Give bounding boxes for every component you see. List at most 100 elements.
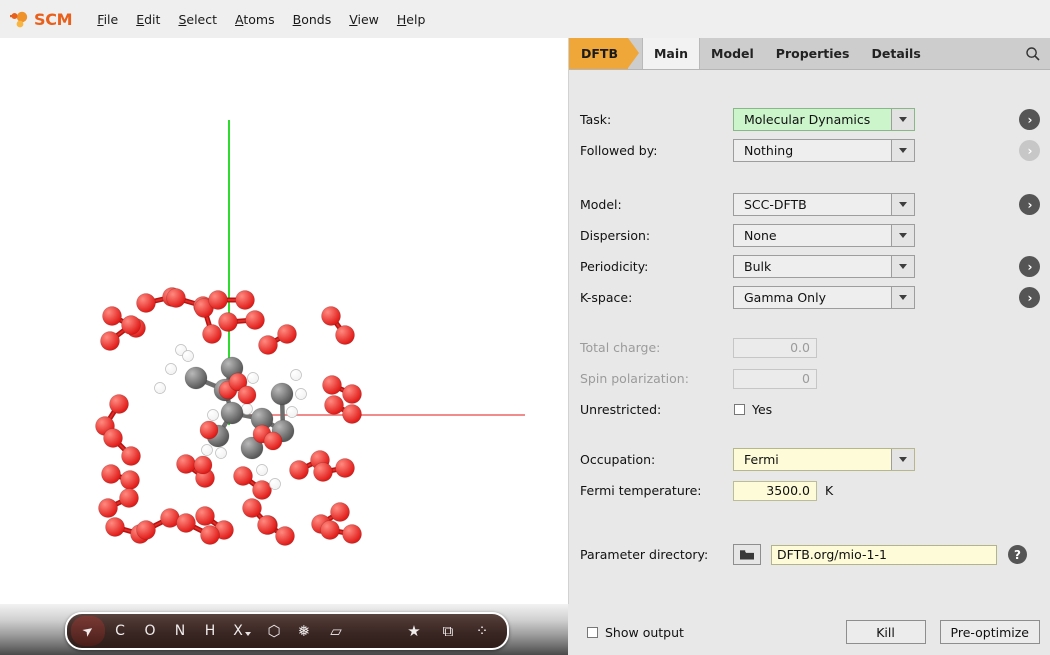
show-output-checkbox[interactable]: Show output: [587, 625, 684, 640]
kill-button[interactable]: Kill: [845, 620, 926, 644]
panel-footer: Show output Kill Pre-optimize: [569, 609, 1050, 655]
element-dropdown-caret-icon[interactable]: [244, 631, 251, 636]
unit-cell-tool[interactable]: ⧉: [431, 616, 465, 646]
settings-panel: DFTB Main Model Properties Details Task:…: [569, 38, 1050, 655]
preoptimize-button[interactable]: Pre-optimize: [939, 620, 1040, 644]
application-window: SCM File Edit Select Atoms Bonds View He…: [0, 0, 1050, 655]
unrestricted-checkbox[interactable]: Yes: [734, 402, 772, 417]
folder-icon[interactable]: [733, 544, 761, 565]
kspace-select[interactable]: Gamma Only: [733, 286, 915, 309]
module-breadcrumb-dftb[interactable]: DFTB: [569, 38, 639, 69]
dispersion-select-chevron-down-icon[interactable]: [891, 225, 914, 246]
molecule-viewport[interactable]: [0, 38, 569, 604]
show-output-checkbox-box[interactable]: [587, 626, 598, 638]
row-task: Task: Molecular Dynamics ›: [569, 104, 1050, 135]
tab-model[interactable]: Model: [700, 38, 765, 69]
tab-main[interactable]: Main: [641, 38, 701, 69]
menu-help-mnemonic: H: [396, 11, 407, 27]
menu-edit[interactable]: Edit: [127, 10, 169, 29]
select-cursor-tool[interactable]: ➤: [71, 616, 105, 646]
form-gap-3: [569, 425, 1050, 444]
fermi-temperature-unit: K: [825, 483, 834, 498]
scm-logo-mark: [10, 10, 32, 28]
tab-bar-spacer: [932, 38, 1016, 69]
occupation-select[interactable]: Fermi: [733, 448, 915, 471]
snowflake-tool[interactable]: ❅: [289, 616, 319, 646]
tab-main-label: Main: [653, 46, 689, 61]
occupation-select-chevron-down-icon[interactable]: [891, 449, 914, 470]
occupation-label: Occupation:: [580, 452, 656, 467]
search-icon[interactable]: [1016, 38, 1050, 69]
followed-by-select-chevron-down-icon[interactable]: [891, 140, 914, 161]
menu-atoms[interactable]: Atoms: [226, 10, 284, 29]
unrestricted-checkbox-box[interactable]: [734, 404, 745, 415]
settings-form: Task: Molecular Dynamics › Followed by: …: [569, 70, 1050, 570]
fermi-temperature-input[interactable]: 3500.0: [733, 480, 817, 501]
plane-tool[interactable]: ▱: [319, 616, 353, 646]
carbon-tool[interactable]: C: [105, 616, 135, 646]
hydrogen-tool[interactable]: H: [195, 616, 225, 646]
task-detail-button[interactable]: ›: [1019, 109, 1040, 130]
model-detail-button[interactable]: ›: [1019, 194, 1040, 215]
menu-bonds-rest: onds: [301, 11, 332, 27]
module-breadcrumb-label: DFTB: [581, 46, 618, 61]
model-select-chevron-down-icon[interactable]: [891, 194, 914, 215]
show-output-label: Show output: [605, 624, 684, 640]
occupation-value: Fermi: [744, 452, 779, 467]
periodicity-value: Bulk: [744, 259, 772, 274]
task-select-chevron-down-icon[interactable]: [891, 109, 914, 130]
periodicity-label: Periodicity:: [580, 259, 649, 274]
tab-details[interactable]: Details: [860, 38, 931, 69]
help-icon-label: ?: [1014, 547, 1021, 562]
row-fermi-temperature: Fermi temperature: 3500.0 K: [569, 475, 1050, 506]
molecular-structure: [95, 287, 362, 546]
menu-file-rest: ile: [103, 11, 119, 27]
menu-file[interactable]: File: [88, 10, 127, 29]
nitrogen-tool[interactable]: N: [165, 616, 195, 646]
menu-view-mnemonic: V: [349, 11, 358, 27]
task-select[interactable]: Molecular Dynamics: [733, 108, 915, 131]
menu-select[interactable]: Select: [169, 10, 226, 29]
help-icon[interactable]: ?: [1008, 545, 1027, 564]
tab-properties-label: Properties: [775, 46, 850, 61]
model-value: SCC-DFTB: [744, 197, 807, 212]
tab-details-label: Details: [871, 46, 921, 61]
menu-view[interactable]: View: [340, 10, 388, 29]
row-kspace: K-space: Gamma Only ›: [569, 282, 1050, 313]
menu-bar: SCM File Edit Select Atoms Bonds View He…: [0, 0, 1050, 39]
ring-tool[interactable]: ⬡: [259, 616, 289, 646]
tab-model-label: Model: [711, 46, 754, 61]
fermi-temperature-label: Fermi temperature:: [580, 483, 702, 498]
preoptimize-button-label: Pre-optimize: [950, 624, 1029, 640]
periodicity-detail-button[interactable]: ›: [1019, 256, 1040, 277]
oxygen-tool[interactable]: O: [135, 616, 165, 646]
kspace-select-chevron-down-icon[interactable]: [891, 287, 914, 308]
menu-help[interactable]: Help: [388, 10, 435, 29]
periodicity-select[interactable]: Bulk: [733, 255, 915, 278]
favorites-tool[interactable]: ★: [397, 616, 431, 646]
row-occupation: Occupation: Fermi: [569, 444, 1050, 475]
scm-logo-text: SCM: [34, 9, 73, 29]
menu-bonds[interactable]: Bonds: [284, 10, 341, 29]
points-tool[interactable]: ⁘: [465, 616, 499, 646]
kspace-detail-button[interactable]: ›: [1019, 287, 1040, 308]
dispersion-select[interactable]: None: [733, 224, 915, 247]
parameter-directory-label: Parameter directory:: [580, 547, 709, 562]
followed-by-value: Nothing: [744, 143, 794, 158]
followed-by-label: Followed by:: [580, 143, 658, 158]
menu-select-rest: elect: [186, 11, 218, 27]
scm-logo[interactable]: SCM: [10, 9, 73, 29]
menu-edit-rest: dit: [144, 11, 161, 27]
kspace-label: K-space:: [580, 290, 633, 305]
total-charge-label: Total charge:: [580, 340, 661, 355]
atom-toolbar[interactable]: ➤ C O N H X ⬡ ❅ ▱ ★ ⧉ ⁘: [65, 612, 509, 650]
row-periodicity: Periodicity: Bulk ›: [569, 251, 1050, 282]
followed-by-select[interactable]: Nothing: [733, 139, 915, 162]
periodicity-select-chevron-down-icon[interactable]: [891, 256, 914, 277]
menu-atoms-rest: toms: [243, 11, 275, 27]
row-unrestricted: Unrestricted: Yes: [569, 394, 1050, 425]
parameter-directory-input[interactable]: DFTB.org/mio-1-1: [771, 544, 997, 565]
tab-properties[interactable]: Properties: [765, 38, 861, 69]
other-element-tool[interactable]: X: [225, 616, 259, 646]
model-select[interactable]: SCC-DFTB: [733, 193, 915, 216]
